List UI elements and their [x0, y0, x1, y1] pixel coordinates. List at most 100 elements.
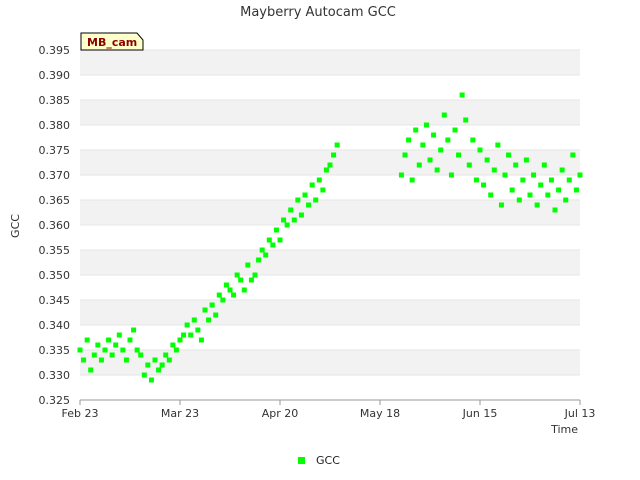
- data-point: [152, 357, 158, 363]
- plot-band: [80, 225, 580, 250]
- data-point: [148, 377, 154, 383]
- y-tick-label: 0.355: [39, 244, 71, 257]
- x-tick-label: Feb 23: [62, 407, 99, 420]
- x-tick-label: Jun 15: [462, 407, 498, 420]
- data-point: [123, 357, 129, 363]
- data-point: [227, 287, 233, 293]
- data-point: [331, 152, 337, 158]
- data-point: [141, 372, 147, 378]
- y-tick-label: 0.375: [39, 144, 71, 157]
- data-point: [95, 342, 101, 348]
- x-tick-label: Jul 13: [564, 407, 596, 420]
- x-axis-title: Time: [550, 423, 578, 436]
- gcc-chart: 0.325 0.330 0.335 0.340 0.345 0.350 0.355 0.360…: [9, 5, 596, 467]
- data-point: [334, 142, 340, 148]
- data-point: [302, 192, 308, 198]
- data-point: [223, 282, 229, 288]
- data-point: [206, 317, 212, 323]
- data-point: [495, 142, 501, 148]
- x-tick-label: Mar 23: [161, 407, 199, 420]
- chart-container: 0.325 0.330 0.335 0.340 0.345 0.350 0.355 0.360…: [0, 0, 640, 480]
- plot-band: [80, 275, 580, 300]
- data-point: [556, 187, 562, 193]
- data-point: [202, 307, 208, 313]
- y-axis-title: GCC: [9, 214, 22, 238]
- data-point: [520, 177, 526, 183]
- data-point: [506, 152, 512, 158]
- data-point: [273, 227, 279, 233]
- data-point: [452, 127, 458, 133]
- data-point: [88, 367, 94, 373]
- data-point: [406, 137, 412, 143]
- y-tick-label: 0.340: [39, 319, 71, 332]
- data-point: [298, 212, 304, 218]
- data-point: [570, 152, 576, 158]
- data-point: [288, 207, 294, 213]
- data-point: [413, 127, 419, 133]
- data-point: [459, 92, 465, 98]
- data-point: [534, 202, 540, 208]
- data-point: [416, 162, 422, 168]
- data-point: [138, 352, 144, 358]
- data-point: [313, 197, 319, 203]
- data-point: [552, 207, 558, 213]
- data-point: [441, 112, 447, 118]
- data-point: [181, 332, 187, 338]
- y-tick-label: 0.385: [39, 94, 71, 107]
- y-tick-label: 0.330: [39, 369, 71, 382]
- legend: GCC: [298, 454, 340, 467]
- data-point: [166, 357, 172, 363]
- data-point: [431, 132, 437, 138]
- data-point: [323, 167, 329, 173]
- data-point: [170, 342, 176, 348]
- data-point: [159, 362, 165, 368]
- data-point: [291, 217, 297, 223]
- data-point: [306, 202, 312, 208]
- data-point: [270, 242, 276, 248]
- y-tick-label: 0.345: [39, 294, 71, 307]
- data-point: [420, 142, 426, 148]
- plot-band: [80, 375, 580, 400]
- plot-band: [80, 200, 580, 225]
- x-tick-label: May 18: [360, 407, 400, 420]
- data-point: [409, 177, 415, 183]
- camera-tag: MB_cam: [80, 32, 144, 51]
- data-point: [531, 172, 537, 178]
- data-point: [398, 172, 404, 178]
- data-point: [263, 252, 269, 258]
- data-point: [481, 182, 487, 188]
- data-point: [284, 222, 290, 228]
- plot-band: [80, 75, 580, 100]
- data-point: [445, 137, 451, 143]
- data-point: [320, 187, 326, 193]
- plot-band: [80, 125, 580, 150]
- y-tick-label: 0.390: [39, 69, 71, 82]
- data-point: [109, 352, 115, 358]
- legend-label: GCC: [316, 454, 340, 467]
- data-point: [541, 162, 547, 168]
- data-point: [573, 187, 579, 193]
- data-point: [456, 152, 462, 158]
- data-point: [91, 352, 97, 358]
- data-point: [156, 367, 162, 373]
- data-point: [113, 342, 119, 348]
- data-point: [466, 162, 472, 168]
- data-point: [84, 337, 90, 343]
- data-point: [477, 147, 483, 153]
- legend-marker: [298, 457, 305, 464]
- data-point: [234, 272, 240, 278]
- data-point: [106, 337, 112, 343]
- data-point: [516, 197, 522, 203]
- data-point: [184, 322, 190, 328]
- data-point: [309, 182, 315, 188]
- y-tick-label: 0.370: [39, 169, 71, 182]
- data-point: [245, 262, 251, 268]
- data-point: [448, 172, 454, 178]
- data-point: [81, 357, 87, 363]
- y-tick-label: 0.395: [39, 44, 71, 57]
- data-point: [566, 177, 572, 183]
- y-tick-labels: 0.325 0.330 0.335 0.340 0.345 0.350 0.355 0.360…: [39, 44, 71, 407]
- data-point: [191, 317, 197, 323]
- camera-tag-label: MB_cam: [87, 36, 137, 49]
- data-point: [327, 162, 333, 168]
